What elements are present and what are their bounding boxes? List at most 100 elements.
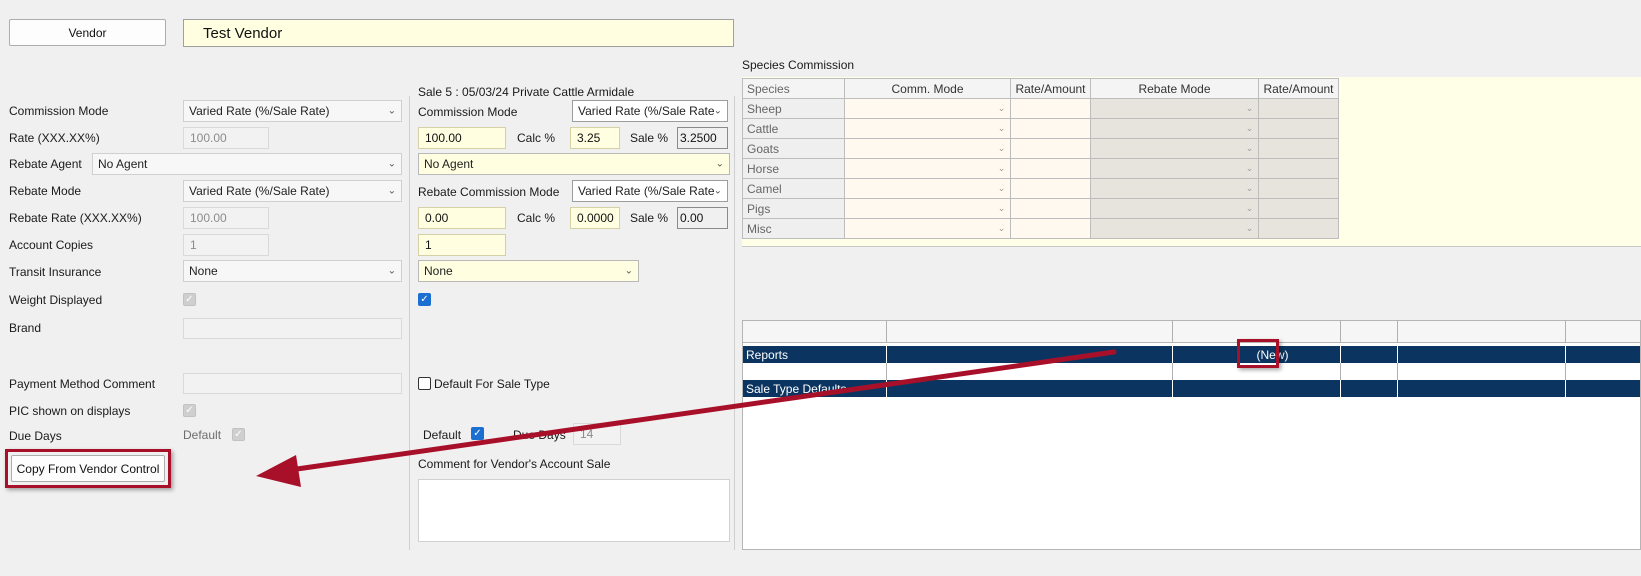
chevron-down-icon[interactable]: ⌄ [995,102,1008,115]
header-rebate-mode[interactable]: Rebate Mode [1090,78,1259,99]
rebate-mode-cell[interactable]: ⌄ [1090,98,1259,119]
transit-insurance-select[interactable]: None ⌄ [183,260,402,282]
chevron-down-icon[interactable]: ⌄ [995,202,1008,215]
reports-grid[interactable]: Reports (New) Sale Type Defaults [742,320,1641,550]
chevron-down-icon[interactable]: ⌄ [1243,142,1256,155]
grid-header-cell[interactable] [743,321,887,342]
pic-shown-checkbox[interactable]: ✓ [183,404,196,417]
rebate-mode-cell[interactable]: ⌄ [1090,158,1259,179]
species-row[interactable]: Goats ⌄ ⌄ [742,138,1339,159]
table-row-empty[interactable] [743,363,1640,380]
rebate-rate-amount-cell[interactable] [1258,198,1339,219]
table-row-reports[interactable]: Reports (New) [743,346,1640,363]
sale-weight-displayed-checkbox[interactable]: ✓ [418,293,431,306]
comm-mode-cell[interactable]: ⌄ [844,198,1011,219]
comm-mode-cell[interactable]: ⌄ [844,98,1011,119]
grid-header-cell[interactable] [887,321,1173,342]
brand-field[interactable] [183,318,402,339]
rebate-agent-select[interactable]: No Agent ⌄ [92,153,402,175]
rebate-mode-cell[interactable]: ⌄ [1090,218,1259,239]
species-row[interactable]: Misc ⌄ ⌄ [742,218,1339,239]
rate-amount-cell[interactable] [1010,178,1091,199]
species-row[interactable]: Horse ⌄ ⌄ [742,158,1339,179]
rebate-mode-cell[interactable]: ⌄ [1090,138,1259,159]
due-days-label: Due Days [9,429,62,443]
comment-textarea[interactable] [418,479,730,542]
rebate-rate-amount-cell[interactable] [1258,98,1339,119]
weight-displayed-checkbox[interactable]: ✓ [183,293,196,306]
chevron-down-icon[interactable]: ⌄ [1243,222,1256,235]
rate-amount-cell[interactable] [1010,158,1091,179]
comm-mode-cell[interactable]: ⌄ [844,178,1011,199]
species-row[interactable]: Pigs ⌄ ⌄ [742,198,1339,219]
sale-rebate-calc-field[interactable]: 0.0000 [570,207,620,229]
chevron-down-icon[interactable]: ⌄ [995,182,1008,195]
due-days-default-checkbox[interactable]: ✓ [232,428,245,441]
chevron-down-icon[interactable]: ⌄ [995,142,1008,155]
commission-mode-select[interactable]: Varied Rate (%/Sale Rate) ⌄ [183,100,402,122]
rebate-commission-mode-select[interactable]: Varied Rate (%/Sale Rate ⌄ [572,180,728,202]
vendor-name-field[interactable]: Test Vendor [183,19,734,47]
species-name: Pigs [742,198,845,219]
rate-amount-cell[interactable] [1010,98,1091,119]
rate-amount-cell[interactable] [1010,198,1091,219]
rate-field[interactable]: 100.00 [183,127,269,149]
grid-header-cell[interactable] [1341,321,1398,342]
rate-amount-cell[interactable] [1010,138,1091,159]
default-for-sale-type-checkbox[interactable] [418,377,431,390]
chevron-down-icon[interactable]: ⌄ [1243,202,1256,215]
sale-calc-field[interactable]: 3.25 [570,127,620,149]
chevron-down-icon[interactable]: ⌄ [995,222,1008,235]
account-copies-field[interactable]: 1 [183,234,269,256]
sale-rebate-pct-field[interactable]: 0.00 [677,207,728,229]
copy-from-vendor-control-button[interactable]: Copy From Vendor Control [11,455,165,482]
rebate-rate-amount-cell[interactable] [1258,118,1339,139]
rebate-mode-cell[interactable]: ⌄ [1090,178,1259,199]
species-row[interactable]: Cattle ⌄ ⌄ [742,118,1339,139]
sale-type-defaults-cell: Sale Type Defaults [743,380,887,397]
species-row[interactable]: Camel ⌄ ⌄ [742,178,1339,199]
rebate-rate-amount-cell[interactable] [1258,158,1339,179]
grid-header-cell[interactable] [1398,321,1566,342]
sale-due-days-field[interactable]: 14 [573,423,621,445]
sale-rebate-rate-field[interactable]: 0.00 [418,207,506,229]
chevron-down-icon[interactable]: ⌄ [995,122,1008,135]
sale-default-checkbox[interactable]: ✓ [471,427,484,440]
sale-agent-select[interactable]: No Agent ⌄ [418,153,730,175]
comm-mode-cell[interactable]: ⌄ [844,118,1011,139]
rebate-mode-cell[interactable]: ⌄ [1090,118,1259,139]
rebate-mode-select[interactable]: Varied Rate (%/Sale Rate) ⌄ [183,180,402,202]
comm-mode-cell[interactable]: ⌄ [844,138,1011,159]
rebate-rate-amount-cell[interactable] [1258,138,1339,159]
sale-rate-field[interactable]: 100.00 [418,127,506,149]
header-rebate-rate-amount[interactable]: Rate/Amount [1258,78,1339,99]
sale-commission-mode-select[interactable]: Varied Rate (%/Sale Rate ⌄ [572,100,728,122]
table-row-sale-type-defaults[interactable]: Sale Type Defaults [743,380,1640,397]
chevron-down-icon[interactable]: ⌄ [1243,122,1256,135]
chevron-down-icon[interactable]: ⌄ [1243,182,1256,195]
species-row[interactable]: Sheep ⌄ ⌄ [742,98,1339,119]
table-cell [1341,346,1398,363]
sale-pct-field[interactable]: 3.2500 [677,127,728,149]
table-cell [887,346,1173,363]
comm-mode-cell[interactable]: ⌄ [844,158,1011,179]
rebate-rate-amount-cell[interactable] [1258,178,1339,199]
rebate-agent-value: No Agent [98,157,148,171]
header-species[interactable]: Species [742,78,845,99]
chevron-down-icon[interactable]: ⌄ [1243,102,1256,115]
header-rate-amount[interactable]: Rate/Amount [1010,78,1091,99]
sale-copies-field[interactable]: 1 [418,234,506,256]
chevron-down-icon[interactable]: ⌄ [995,162,1008,175]
rebate-mode-cell[interactable]: ⌄ [1090,198,1259,219]
rate-amount-cell[interactable] [1010,118,1091,139]
sale-transit-select[interactable]: None ⌄ [418,260,639,282]
comm-mode-cell[interactable]: ⌄ [844,218,1011,239]
rebate-rate-field[interactable]: 100.00 [183,207,269,229]
species-commission-grid[interactable]: Species Comm. Mode Rate/Amount Rebate Mo… [742,78,1339,239]
chevron-down-icon[interactable]: ⌄ [1243,162,1256,175]
header-comm-mode[interactable]: Comm. Mode [844,78,1011,99]
payment-method-comment-field[interactable] [183,373,402,394]
rebate-rate-amount-cell[interactable] [1258,218,1339,239]
vendor-button[interactable]: Vendor [9,19,166,46]
rate-amount-cell[interactable] [1010,218,1091,239]
